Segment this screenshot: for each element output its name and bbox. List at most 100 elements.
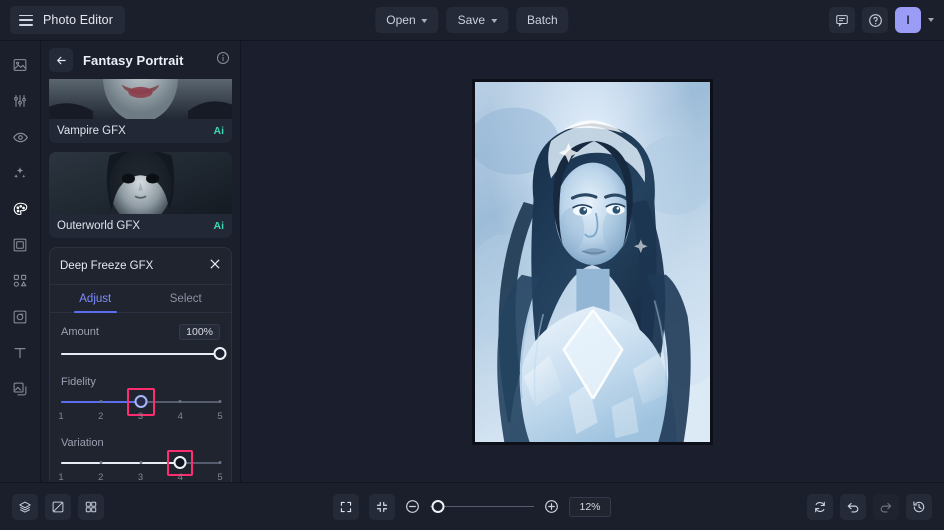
close-icon[interactable] — [209, 257, 221, 275]
photo-editor-app: Photo Editor Open Save Batch I Fantasy P… — [0, 0, 944, 530]
tool-text[interactable] — [7, 340, 33, 366]
amount-row: Amount 100% — [61, 324, 220, 340]
amount-value[interactable]: 100% — [179, 324, 220, 340]
variation-slider[interactable] — [61, 450, 222, 476]
zoom-slider-handle[interactable] — [431, 499, 445, 513]
slider-tick — [178, 400, 182, 404]
tick-label: 3 — [137, 472, 144, 482]
top-right-actions: I — [829, 7, 934, 33]
history-button[interactable] — [906, 493, 932, 520]
tool-frame[interactable] — [7, 232, 33, 258]
top-bar: Photo Editor Open Save Batch I — [0, 0, 944, 41]
amount-label: Amount — [61, 326, 99, 338]
fidelity-slider[interactable] — [61, 388, 222, 416]
tick-label: 2 — [98, 411, 104, 422]
variation-slider-handle[interactable] — [173, 456, 187, 469]
canvas-area[interactable] — [241, 41, 944, 482]
zoom-slider[interactable] — [430, 499, 534, 514]
slider-tick — [99, 400, 103, 404]
tab-select[interactable]: Select — [141, 285, 232, 312]
shrink-button[interactable] — [369, 493, 395, 520]
variation-row: Variation — [61, 437, 220, 449]
file-actions: Open Save Batch — [375, 7, 569, 33]
card-footer: Vampire GFX Ai — [49, 119, 232, 143]
tool-background[interactable] — [7, 376, 33, 402]
bottom-bar: 12% — [0, 482, 944, 530]
hamburger-menu-icon[interactable] — [19, 14, 33, 26]
open-label: Open — [386, 13, 416, 27]
zoom-controls: 12% — [333, 493, 611, 520]
variation-ticks: 1 2 3 4 5 — [58, 472, 222, 482]
slider-tick — [99, 461, 103, 465]
amount-slider[interactable] — [61, 347, 227, 361]
tool-styles[interactable] — [7, 196, 33, 222]
list-item[interactable]: Outerworld GFX Ai — [49, 152, 232, 238]
bottom-left-tools — [12, 493, 104, 520]
zoom-in-icon[interactable] — [544, 499, 559, 514]
slider-fill — [61, 353, 220, 355]
reset-button[interactable] — [807, 493, 833, 520]
tick-label: 4 — [177, 411, 183, 422]
card-thumbnail — [49, 152, 232, 214]
amount-slider-handle[interactable] — [213, 347, 227, 360]
arrow-left-icon[interactable] — [49, 48, 73, 72]
card-thumbnail — [49, 79, 232, 119]
save-label: Save — [457, 13, 486, 27]
chevron-down-icon[interactable] — [928, 18, 934, 22]
app-brand[interactable]: Photo Editor — [10, 6, 125, 34]
tool-effects[interactable] — [7, 160, 33, 186]
tick-label: 1 — [58, 472, 64, 482]
redo-button[interactable] — [873, 493, 899, 520]
avatar[interactable]: I — [895, 7, 921, 33]
gfx-controls: Amount 100% Fidelity 1 2 3 4 5 Variation… — [50, 313, 231, 482]
card-title: Outerworld GFX — [57, 220, 141, 232]
open-button[interactable]: Open — [375, 7, 439, 33]
panel-content: Vampire GFX Ai Outerworld GFX Ai Deep Fr… — [41, 79, 240, 482]
zoom-out-icon[interactable] — [405, 499, 420, 514]
gfx-title: Deep Freeze GFX — [60, 260, 154, 272]
save-button[interactable]: Save — [446, 7, 509, 33]
canvas-image — [475, 81, 710, 442]
side-panel: Fantasy Portrait Vampire GFX Ai Outerwor… — [41, 41, 241, 482]
editor-body: Fantasy Portrait Vampire GFX Ai Outerwor… — [0, 41, 944, 482]
tick-label: 4 — [177, 472, 183, 482]
tool-crop[interactable] — [7, 304, 33, 330]
page-title: Fantasy Portrait — [83, 52, 184, 68]
ai-badge: Ai — [213, 125, 225, 137]
panel-header: Fantasy Portrait — [41, 41, 240, 79]
photo-frame — [472, 78, 713, 445]
card-title: Vampire GFX — [57, 125, 126, 137]
question-circle-icon[interactable] — [862, 7, 888, 33]
tick-label: 5 — [217, 411, 223, 422]
tool-rail — [0, 41, 41, 482]
tick-label: 3 — [137, 411, 144, 422]
chevron-down-icon — [491, 18, 498, 23]
tool-image[interactable] — [7, 52, 33, 78]
ai-badge: Ai — [213, 220, 225, 232]
slider-tick — [218, 461, 222, 465]
fidelity-slider-handle[interactable] — [134, 395, 147, 408]
tick-label: 1 — [58, 411, 64, 422]
compare-button[interactable] — [45, 493, 71, 520]
grid-view-button[interactable] — [78, 493, 104, 520]
tool-retouch[interactable] — [7, 124, 33, 150]
fidelity-ticks: 1 2 3 4 5 — [58, 411, 223, 424]
batch-label: Batch — [527, 13, 558, 27]
tool-elements[interactable] — [7, 268, 33, 294]
tool-adjust[interactable] — [7, 88, 33, 114]
undo-button[interactable] — [840, 493, 866, 520]
list-item[interactable]: Vampire GFX Ai — [49, 79, 232, 143]
tick-label: 2 — [98, 472, 104, 482]
chat-bubble-icon[interactable] — [829, 7, 855, 33]
slider-tick — [218, 400, 222, 404]
tab-adjust[interactable]: Adjust — [50, 285, 141, 313]
gfx-header: Deep Freeze GFX — [50, 248, 231, 285]
layers-button[interactable] — [12, 493, 38, 520]
history-controls — [807, 493, 932, 520]
app-title: Photo Editor — [43, 13, 113, 27]
slider-fill — [61, 462, 181, 464]
info-circle-icon[interactable] — [216, 51, 230, 70]
zoom-level-value[interactable]: 12% — [569, 496, 611, 517]
batch-button[interactable]: Batch — [516, 7, 569, 33]
fullscreen-button[interactable] — [333, 493, 359, 520]
